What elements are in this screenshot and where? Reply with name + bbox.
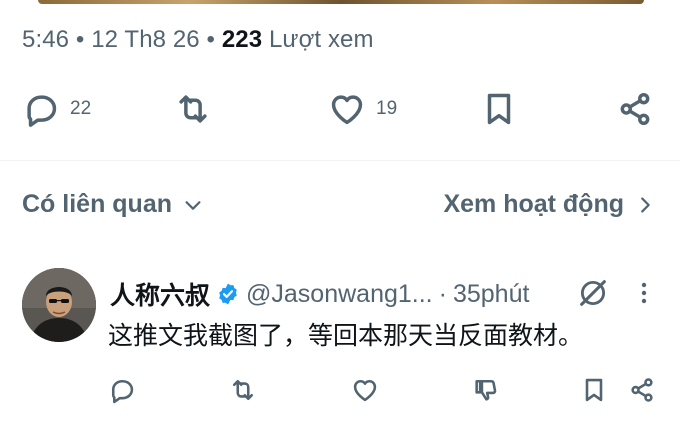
header-separator: · [438,279,447,308]
related-sort-dropdown[interactable]: Có liên quan [22,190,204,219]
see-activity-link[interactable]: Xem hoạt động [443,190,656,219]
reply-tweet-share-button[interactable] [628,372,656,408]
avatar[interactable] [22,268,96,342]
views-count[interactable]: 223 [222,26,262,53]
tweet-time[interactable]: 35phút [453,280,529,309]
reply-icon [111,379,134,404]
reply-icon [27,95,57,127]
reply-tweet-action-bar [0,372,680,408]
display-name[interactable]: 人称六叔 [110,276,210,312]
views-label: Lượt xem [268,26,374,53]
reply-tweet-reply-button[interactable] [108,372,136,408]
reply-count: 22 [70,98,92,119]
verified-badge-icon [219,283,237,305]
repost-icon [232,379,254,401]
like-count: 19 [376,98,398,119]
reply-tweet-header: 人称六叔 @Jasonwang1... · 35phút [110,276,529,312]
bookmark-button[interactable] [480,84,518,134]
see-activity-label: Xem hoạt động [443,190,624,218]
reply-tweet-like-button[interactable] [351,372,379,408]
post-action-bar: 22 19 [0,84,680,134]
chevron-right-icon [641,196,650,213]
post-date: 12 Th8 26 [91,26,200,53]
reply-tweet-downvote-button[interactable] [472,372,500,408]
user-handle[interactable]: @Jasonwang1... [246,280,433,309]
heart-icon [353,379,377,402]
reply-tweet-text: 这推文我截图了，等回本那天当反面教材。 [108,321,584,350]
related-title: Có liên quan [22,190,172,218]
share-icon [631,378,653,402]
meta-separator: • [75,26,85,53]
grok-icon[interactable] [576,276,610,310]
section-divider [0,160,680,161]
heart-icon [331,95,363,125]
like-button[interactable]: 19 [328,84,397,134]
meta-separator: • [206,26,216,53]
repost-button[interactable] [174,84,212,134]
share-button[interactable] [616,84,654,134]
post-meta: 5:46 • 12 Th8 26 • 223 Lượt xem [22,26,374,54]
bookmark-icon [487,93,511,125]
reply-tweet-repost-button[interactable] [229,372,257,408]
more-options-icon[interactable] [632,278,656,308]
share-icon [620,93,650,125]
post-time: 5:46 [22,26,70,53]
thumbs-down-icon [475,379,497,401]
repost-icon [179,95,207,123]
reply-tweet-bookmark-button[interactable] [580,372,608,408]
reply-button[interactable]: 22 [22,84,91,134]
media-bottom-edge [38,0,644,4]
bookmark-icon [585,378,603,402]
avatar-image [22,268,96,342]
chevron-down-icon [185,200,201,210]
